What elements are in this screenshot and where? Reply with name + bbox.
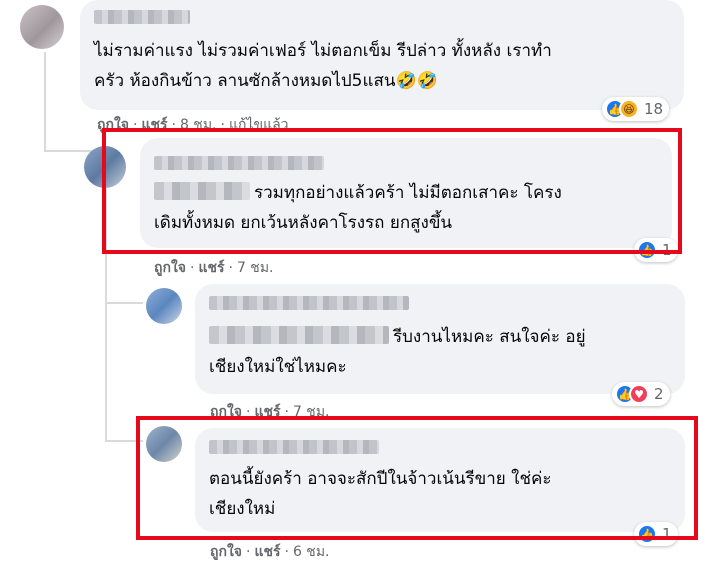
comment-bubble: ไม่รามค่าแรง ไม่รวมค่าเฟอร์ ไม่ตอกเข็ม ร… bbox=[80, 0, 684, 110]
timestamp[interactable]: 6 ชม. bbox=[293, 544, 330, 560]
reaction-summary[interactable]: 👍 😆 18 bbox=[602, 97, 670, 121]
reaction-count: 2 bbox=[654, 385, 664, 403]
tagged-name[interactable] bbox=[209, 326, 389, 344]
comment-text: รีบงานไหมคะ สนใจค่ะ อยู่ เชียงใหม่ใช่ไหม… bbox=[209, 326, 586, 377]
commenter-name[interactable] bbox=[94, 10, 190, 24]
timestamp[interactable]: 7 ชม. bbox=[237, 260, 274, 276]
share-button[interactable]: แชร์ bbox=[198, 260, 224, 276]
love-reaction-icon: ♥ bbox=[629, 384, 649, 404]
comment-actions: ถูกใจ · แชร์ · 6 ชม. bbox=[210, 544, 330, 560]
reaction-summary[interactable]: 👍 ♥ 2 bbox=[612, 382, 670, 406]
haha-reaction-icon: 😆 bbox=[619, 99, 639, 119]
comment-actions: ถูกใจ · แชร์ · 7 ชม. bbox=[154, 260, 274, 276]
thread-line bbox=[105, 302, 143, 304]
thread-line bbox=[44, 52, 46, 152]
highlight-box bbox=[102, 128, 682, 254]
avatar[interactable] bbox=[146, 288, 182, 324]
highlight-box bbox=[136, 416, 698, 540]
share-button[interactable]: แชร์ bbox=[254, 544, 280, 560]
comment-bubble: รีบงานไหมคะ สนใจค่ะ อยู่ เชียงใหม่ใช่ไหม… bbox=[195, 284, 685, 394]
avatar[interactable] bbox=[20, 5, 64, 49]
like-button[interactable]: ถูกใจ bbox=[210, 544, 242, 560]
reaction-count: 18 bbox=[644, 100, 664, 118]
like-button[interactable]: ถูกใจ bbox=[154, 260, 186, 276]
commenter-name[interactable] bbox=[209, 296, 409, 310]
comment-text: ไม่รามค่าแรง ไม่รวมค่าเฟอร์ ไม่ตอกเข็ม ร… bbox=[94, 41, 552, 91]
